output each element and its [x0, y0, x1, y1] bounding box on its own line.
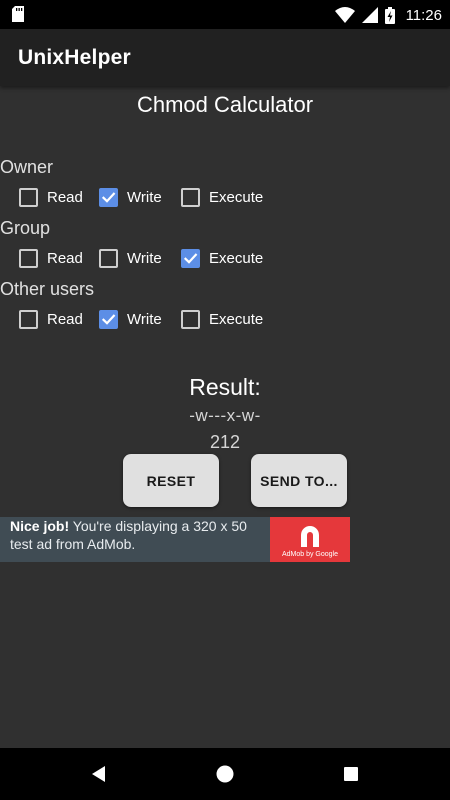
owner-read-checkbox[interactable]: Read [19, 182, 83, 212]
ad-bold-text: Nice job! [10, 518, 70, 534]
checkbox-label: Write [127, 188, 162, 206]
send-to-button[interactable]: SEND TO... [251, 454, 347, 507]
checkmark-icon [183, 252, 198, 264]
other-write-checkbox[interactable]: Write [99, 304, 162, 334]
admob-logo: AdMob by Google [270, 517, 350, 562]
battery-charging-icon [384, 6, 395, 24]
ad-logo-text: AdMob by Google [281, 551, 339, 558]
group-label-other-users: Other users [0, 279, 95, 299]
checkmark-icon [101, 313, 116, 325]
app-title: UnixHelper [18, 46, 131, 69]
checkbox-label: Write [127, 249, 162, 267]
group-read-checkbox[interactable]: Read [19, 243, 83, 273]
group-label-group: Group [0, 218, 51, 238]
page-title: Chmod Calculator [136, 92, 314, 117]
sd-card-icon [12, 6, 24, 22]
app-bar: UnixHelper [0, 29, 450, 86]
other-read-checkbox[interactable]: Read [19, 304, 83, 334]
checkbox-box[interactable] [99, 248, 118, 268]
status-bar: 11:26 [0, 0, 450, 29]
reset-button[interactable]: RESET [123, 454, 219, 507]
back-icon[interactable] [87, 762, 111, 786]
group-write-checkbox[interactable]: Write [99, 243, 162, 273]
checkbox-box[interactable] [19, 248, 38, 268]
checkbox-box[interactable] [99, 187, 118, 207]
checkbox-label: Read [47, 310, 83, 328]
checkbox-row-owner: Read Write Execute [0, 182, 450, 212]
result-octal: 212 [209, 432, 241, 452]
checkbox-label: Read [47, 249, 83, 267]
checkbox-row-group: Read Write Execute [0, 243, 450, 273]
recents-icon[interactable] [339, 762, 363, 786]
checkmark-icon [101, 191, 116, 203]
checkbox-box[interactable] [19, 187, 38, 207]
checkbox-label: Execute [209, 249, 264, 267]
checkbox-label: Execute [209, 310, 264, 328]
checkbox-row-other-users: Read Write Execute [0, 304, 450, 334]
wifi-icon [334, 7, 355, 23]
result-title: Result: [189, 374, 261, 400]
checkbox-box[interactable] [19, 309, 38, 329]
status-time: 11:26 [405, 6, 442, 24]
checkbox-label: Write [127, 310, 162, 328]
ad-text: Nice job! You're displaying a 320 x 50 t… [10, 517, 270, 553]
other-execute-checkbox[interactable]: Execute [181, 304, 263, 334]
checkbox-box[interactable] [181, 248, 200, 268]
admob-logo-icon [301, 526, 319, 547]
checkbox-box[interactable] [181, 187, 200, 207]
checkbox-box[interactable] [99, 309, 118, 329]
result-symbolic: -w---x-w- [189, 406, 261, 425]
owner-write-checkbox[interactable]: Write [99, 182, 162, 212]
signal-icon [361, 7, 378, 23]
group-label-owner: Owner [0, 157, 54, 177]
navigation-bar [0, 748, 450, 800]
checkbox-box[interactable] [181, 309, 200, 329]
checkbox-label: Read [47, 188, 83, 206]
ad-banner[interactable]: Nice job! You're displaying a 320 x 50 t… [0, 517, 350, 562]
home-icon[interactable] [213, 762, 237, 786]
checkbox-label: Execute [209, 188, 264, 206]
group-execute-checkbox[interactable]: Execute [181, 243, 263, 273]
owner-execute-checkbox[interactable]: Execute [181, 182, 263, 212]
